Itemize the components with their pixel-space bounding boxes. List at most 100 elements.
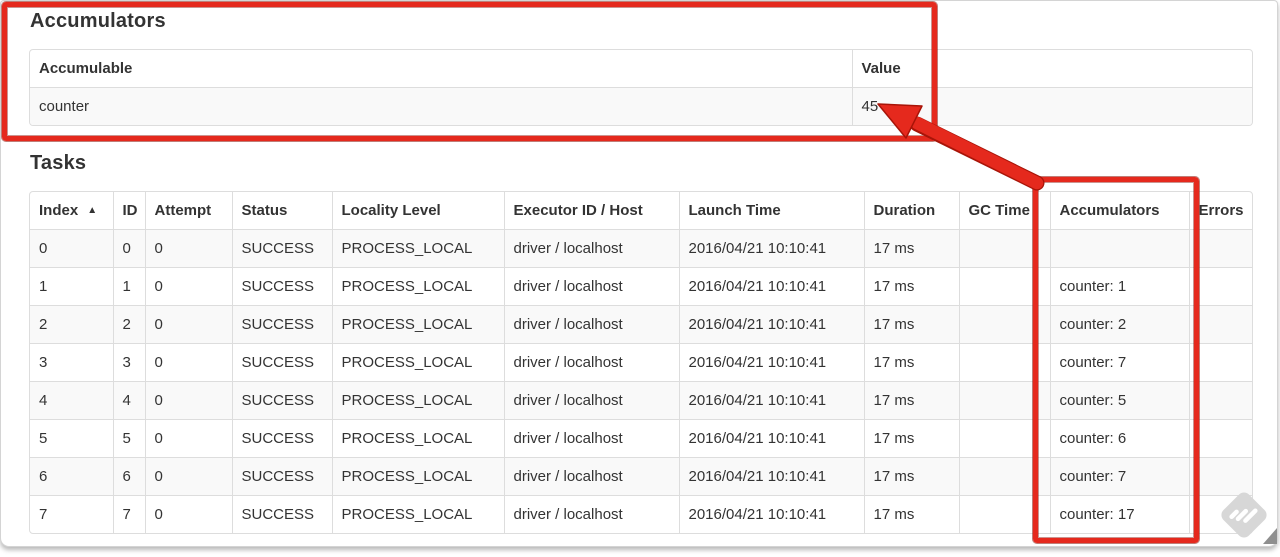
cell-attempt: 0 — [144, 305, 232, 344]
corner-grip-icon — [1263, 528, 1277, 544]
cell-locality-level: PROCESS_LOCAL — [331, 495, 504, 533]
task-row: 0 0 0 SUCCESS PROCESS_LOCAL driver / loc… — [30, 229, 1252, 268]
task-row: 4 4 0 SUCCESS PROCESS_LOCAL driver / loc… — [30, 381, 1252, 420]
cell-executor-host: driver / localhost — [503, 343, 679, 382]
task-row: 1 1 0 SUCCESS PROCESS_LOCAL driver / loc… — [30, 267, 1252, 306]
cell-executor-host: driver / localhost — [503, 381, 679, 420]
cell-id: 6 — [112, 457, 145, 496]
cell-locality-level: PROCESS_LOCAL — [331, 457, 504, 496]
value-column-header: Value — [851, 50, 1252, 88]
tasks-header-index[interactable]: Index ▲ — [30, 192, 113, 230]
tasks-header-locality-level[interactable]: Locality Level — [331, 192, 504, 230]
accumulator-row: counter 45 — [30, 87, 1252, 125]
cell-errors — [1188, 381, 1252, 420]
cell-gc-time — [958, 343, 1050, 382]
cell-id: 0 — [112, 229, 145, 268]
cell-launch-time: 2016/04/21 10:10:41 — [678, 419, 864, 458]
cell-gc-time — [958, 495, 1050, 533]
tasks-header-status[interactable]: Status — [231, 192, 332, 230]
cell-executor-host: driver / localhost — [503, 305, 679, 344]
cell-gc-time — [958, 419, 1050, 458]
tasks-table: Index ▲ ID Attempt Status Locality Level … — [29, 191, 1253, 534]
cell-attempt: 0 — [144, 457, 232, 496]
cell-duration: 17 ms — [863, 343, 959, 382]
annotation-arrow-outline — [909, 116, 1045, 191]
cell-duration: 17 ms — [863, 267, 959, 306]
accumulators-section-title: Accumulators — [30, 10, 166, 32]
cell-index: 5 — [30, 419, 113, 458]
cell-attempt: 0 — [144, 267, 232, 306]
cell-accumulators: counter: 1 — [1049, 267, 1189, 306]
annotation-arrow-shaft — [910, 116, 1044, 190]
cell-index: 3 — [30, 343, 113, 382]
cell-status: SUCCESS — [231, 305, 332, 344]
cell-accumulators — [1049, 229, 1189, 268]
cell-launch-time: 2016/04/21 10:10:41 — [678, 267, 864, 306]
cell-duration: 17 ms — [863, 495, 959, 533]
cell-errors — [1188, 305, 1252, 344]
cell-attempt: 0 — [144, 229, 232, 268]
cell-duration: 17 ms — [863, 229, 959, 268]
cell-index: 7 — [30, 495, 113, 533]
tasks-header-launch-time[interactable]: Launch Time — [678, 192, 864, 230]
cell-launch-time: 2016/04/21 10:10:41 — [678, 457, 864, 496]
tasks-header-accumulators[interactable]: Accumulators — [1049, 192, 1189, 230]
cell-errors — [1188, 419, 1252, 458]
cell-index: 2 — [30, 305, 113, 344]
cell-executor-host: driver / localhost — [503, 267, 679, 306]
cell-accumulators: counter: 7 — [1049, 457, 1189, 496]
cell-id: 2 — [112, 305, 145, 344]
cell-gc-time — [958, 457, 1050, 496]
cell-locality-level: PROCESS_LOCAL — [331, 229, 504, 268]
cell-launch-time: 2016/04/21 10:10:41 — [678, 343, 864, 382]
cell-attempt: 0 — [144, 495, 232, 533]
task-row: 5 5 0 SUCCESS PROCESS_LOCAL driver / loc… — [30, 419, 1252, 458]
tasks-header-duration[interactable]: Duration — [863, 192, 959, 230]
cell-gc-time — [958, 381, 1050, 420]
tasks-header-row: Index ▲ ID Attempt Status Locality Level … — [30, 192, 1252, 230]
cell-status: SUCCESS — [231, 343, 332, 382]
cell-locality-level: PROCESS_LOCAL — [331, 419, 504, 458]
cell-status: SUCCESS — [231, 229, 332, 268]
task-row: 2 2 0 SUCCESS PROCESS_LOCAL driver / loc… — [30, 305, 1252, 344]
cell-index: 1 — [30, 267, 113, 306]
cell-errors — [1188, 495, 1252, 533]
cell-id: 1 — [112, 267, 145, 306]
cell-status: SUCCESS — [231, 495, 332, 533]
tasks-header-errors[interactable]: Errors — [1188, 192, 1252, 230]
cell-accumulators: counter: 5 — [1049, 381, 1189, 420]
cell-locality-level: PROCESS_LOCAL — [331, 267, 504, 306]
cell-status: SUCCESS — [231, 381, 332, 420]
cell-id: 3 — [112, 343, 145, 382]
cell-attempt: 0 — [144, 419, 232, 458]
cell-attempt: 0 — [144, 381, 232, 420]
task-row: 6 6 0 SUCCESS PROCESS_LOCAL driver / loc… — [30, 457, 1252, 496]
cell-id: 7 — [112, 495, 145, 533]
cell-index: 0 — [30, 229, 113, 268]
cell-locality-level: PROCESS_LOCAL — [331, 305, 504, 344]
tasks-header-attempt[interactable]: Attempt — [144, 192, 232, 230]
cell-accumulators: counter: 2 — [1049, 305, 1189, 344]
cell-executor-host: driver / localhost — [503, 457, 679, 496]
task-row: 3 3 0 SUCCESS PROCESS_LOCAL driver / loc… — [30, 343, 1252, 382]
cell-errors — [1188, 229, 1252, 268]
accumulators-header-row: Accumulable Value — [30, 50, 1252, 88]
cell-errors — [1188, 343, 1252, 382]
tasks-table-grid: Index ▲ ID Attempt Status Locality Level … — [30, 192, 1252, 533]
accumulable-value-cell: 45 — [851, 87, 1252, 125]
tasks-header-gc-time[interactable]: GC Time — [958, 192, 1050, 230]
cell-accumulators: counter: 17 — [1049, 495, 1189, 533]
tasks-header-executor-host[interactable]: Executor ID / Host — [503, 192, 679, 230]
tasks-header-id[interactable]: ID — [112, 192, 145, 230]
cell-launch-time: 2016/04/21 10:10:41 — [678, 229, 864, 268]
accumulable-column-header: Accumulable — [39, 60, 133, 77]
cell-launch-time: 2016/04/21 10:10:41 — [678, 305, 864, 344]
cell-accumulators: counter: 6 — [1049, 419, 1189, 458]
tasks-header-index-label: Index — [39, 202, 79, 219]
cell-gc-time — [958, 229, 1050, 268]
cell-accumulators: counter: 7 — [1049, 343, 1189, 382]
cell-duration: 17 ms — [863, 457, 959, 496]
cell-attempt: 0 — [144, 343, 232, 382]
cell-status: SUCCESS — [231, 267, 332, 306]
task-row: 7 7 0 SUCCESS PROCESS_LOCAL driver / loc… — [30, 495, 1252, 533]
